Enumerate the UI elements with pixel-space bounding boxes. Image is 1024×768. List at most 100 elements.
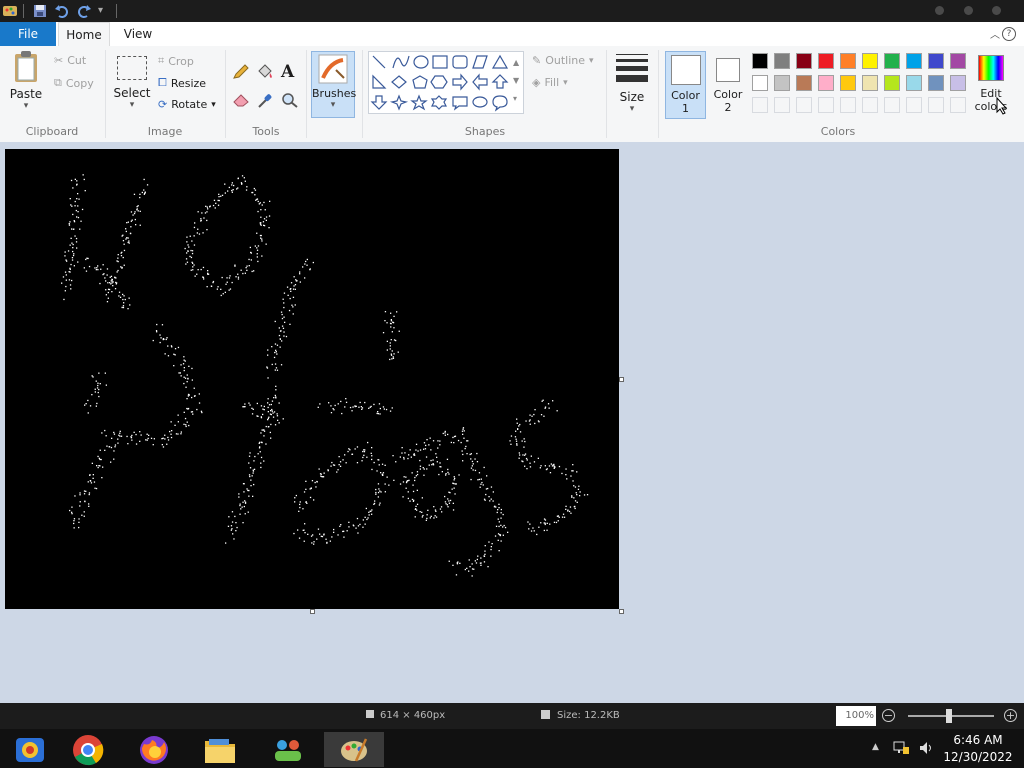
color-swatch[interactable] bbox=[818, 53, 834, 69]
close-button[interactable] bbox=[992, 6, 1001, 15]
fill-bucket-icon[interactable] bbox=[256, 64, 274, 80]
paste-button[interactable]: Paste ▾ bbox=[6, 50, 46, 122]
five-point-star-shape-icon bbox=[410, 94, 428, 111]
zoom-in-button[interactable]: + bbox=[1004, 709, 1017, 722]
color-picker-icon[interactable] bbox=[256, 92, 274, 108]
taskbar-paint[interactable] bbox=[324, 732, 384, 767]
tools-group-label: Tools bbox=[252, 125, 280, 138]
maximize-button[interactable] bbox=[964, 6, 973, 15]
crop-button[interactable]: ⌗ Crop bbox=[158, 54, 194, 68]
resize-button[interactable]: ⧠ Resize bbox=[158, 76, 206, 90]
text-tool-icon[interactable]: A bbox=[281, 62, 294, 82]
magnifier-icon[interactable] bbox=[281, 92, 299, 108]
fill-button[interactable]: ◈ Fill ▾ bbox=[532, 76, 568, 89]
custom-color-slot[interactable] bbox=[906, 97, 922, 113]
show-hidden-icons[interactable]: ▲ bbox=[872, 742, 879, 752]
color-swatch[interactable] bbox=[752, 53, 768, 69]
six-point-star-shape-icon bbox=[430, 95, 448, 110]
color-swatch[interactable] bbox=[928, 75, 944, 91]
canvas-resize-handle-right[interactable] bbox=[619, 377, 624, 382]
copy-button[interactable]: ⧉ Copy bbox=[54, 76, 94, 90]
taskbar-app-5[interactable] bbox=[258, 732, 318, 767]
taskbar-firefox[interactable] bbox=[124, 732, 184, 767]
rectangle-shape-icon bbox=[432, 55, 448, 69]
color-swatch[interactable] bbox=[774, 53, 790, 69]
canvas-resize-handle-bottom[interactable] bbox=[310, 609, 315, 614]
collapse-ribbon-icon[interactable]: ︿ bbox=[990, 26, 1000, 41]
brushes-dropdown-icon[interactable]: ▾ bbox=[312, 100, 354, 110]
tab-file[interactable]: File bbox=[0, 22, 56, 46]
cloud-callout-shape-icon bbox=[492, 95, 508, 112]
custom-color-slot[interactable] bbox=[950, 97, 966, 113]
paste-dropdown-icon[interactable]: ▾ bbox=[6, 101, 46, 111]
color-swatch[interactable] bbox=[840, 75, 856, 91]
shapes-scroll-buttons[interactable]: ▲ ▼ ▾ bbox=[513, 54, 519, 108]
color-swatch[interactable] bbox=[928, 53, 944, 69]
select-dropdown-icon[interactable]: ▾ bbox=[112, 100, 152, 110]
down-arrow-shape-icon bbox=[370, 95, 388, 110]
taskbar-file-explorer[interactable] bbox=[190, 732, 250, 767]
color1-button[interactable]: Color 1 bbox=[665, 51, 706, 119]
select-button[interactable]: Select ▾ bbox=[112, 54, 152, 122]
color-swatch[interactable] bbox=[796, 53, 812, 69]
volume-icon[interactable] bbox=[918, 740, 934, 756]
custom-color-slot[interactable] bbox=[862, 97, 878, 113]
size-button[interactable]: Size ▾ bbox=[612, 52, 652, 120]
save-icon[interactable] bbox=[32, 3, 48, 19]
color-swatch[interactable] bbox=[884, 75, 900, 91]
custom-color-slot[interactable] bbox=[796, 97, 812, 113]
cut-button[interactable]: ✂ Cut bbox=[54, 54, 86, 67]
color-swatch[interactable] bbox=[818, 75, 834, 91]
brushes-button[interactable]: Brushes ▾ bbox=[311, 51, 356, 118]
left-arrow-shape-icon bbox=[472, 73, 488, 91]
color-swatch[interactable] bbox=[906, 53, 922, 69]
rotate-dropdown-icon[interactable]: ▾ bbox=[211, 100, 216, 110]
tab-view[interactable]: View bbox=[114, 22, 162, 46]
eraser-icon[interactable] bbox=[232, 92, 250, 108]
curve-shape-icon bbox=[392, 55, 410, 69]
color-swatch[interactable] bbox=[950, 53, 966, 69]
pentagon-shape-icon bbox=[412, 75, 428, 89]
undo-icon[interactable] bbox=[54, 3, 70, 19]
color-swatch[interactable] bbox=[950, 75, 966, 91]
canvas-resize-handle-corner[interactable] bbox=[619, 609, 624, 614]
taskbar-app-1[interactable] bbox=[0, 732, 60, 767]
pencil-icon[interactable] bbox=[232, 64, 250, 80]
minimize-button[interactable] bbox=[935, 6, 944, 15]
system-clock[interactable]: 6:46 AM 12/30/2022 bbox=[940, 732, 1016, 766]
color-swatch[interactable] bbox=[906, 75, 922, 91]
color-swatch[interactable] bbox=[774, 75, 790, 91]
rotate-button[interactable]: ⟳ Rotate ▾ bbox=[158, 98, 216, 111]
zoom-out-button[interactable]: − bbox=[882, 709, 895, 722]
custom-color-slot[interactable] bbox=[840, 97, 856, 113]
custom-color-slot[interactable] bbox=[884, 97, 900, 113]
rounded-rectangle-shape-icon bbox=[452, 55, 468, 69]
color-swatch[interactable] bbox=[752, 75, 768, 91]
drawing-canvas[interactable] bbox=[5, 149, 619, 609]
tab-home[interactable]: Home bbox=[58, 22, 110, 47]
custom-color-slot[interactable] bbox=[752, 97, 768, 113]
custom-color-slot[interactable] bbox=[774, 97, 790, 113]
network-icon[interactable] bbox=[892, 740, 910, 756]
taskbar-chrome[interactable] bbox=[58, 732, 118, 767]
outline-button[interactable]: ✎ Outline ▾ bbox=[532, 54, 594, 67]
help-icon[interactable]: ? bbox=[1002, 27, 1016, 41]
color2-button[interactable]: Color 2 bbox=[710, 51, 746, 119]
custom-color-slot[interactable] bbox=[818, 97, 834, 113]
zoom-slider-thumb[interactable] bbox=[946, 709, 952, 723]
chrome-icon bbox=[73, 734, 104, 765]
color-swatch[interactable] bbox=[884, 53, 900, 69]
color-swatch[interactable] bbox=[840, 53, 856, 69]
color1-swatch bbox=[670, 55, 701, 85]
redo-icon[interactable] bbox=[76, 3, 92, 19]
clipboard-group-label: Clipboard bbox=[25, 125, 79, 138]
color-swatch[interactable] bbox=[862, 53, 878, 69]
color-swatch[interactable] bbox=[796, 75, 812, 91]
fill-label: Fill bbox=[544, 76, 560, 89]
customize-quick-access-icon[interactable]: ▾ bbox=[98, 3, 114, 19]
custom-color-slot[interactable] bbox=[928, 97, 944, 113]
size-dropdown-icon[interactable]: ▾ bbox=[612, 104, 652, 114]
color-swatch[interactable] bbox=[862, 75, 878, 91]
canvas-dimensions: 614 × 460px bbox=[380, 710, 446, 721]
app-launcher-icon bbox=[16, 737, 44, 762]
